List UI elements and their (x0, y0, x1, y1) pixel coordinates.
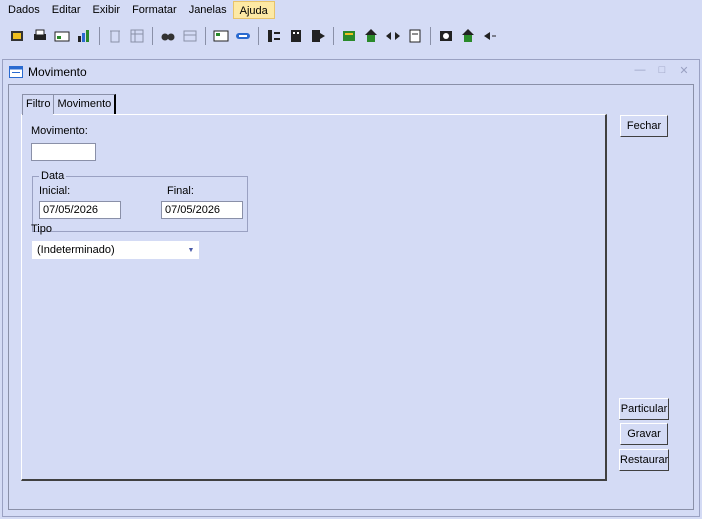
open-icon[interactable] (8, 26, 28, 46)
inicial-date-input[interactable]: 07/05/2026 (39, 201, 121, 219)
tipo-select[interactable]: (Indeterminado) ▼ (32, 241, 199, 259)
tab-movimento[interactable]: Movimento (53, 94, 117, 114)
movimento-input[interactable] (31, 143, 96, 161)
calc-icon[interactable] (339, 26, 359, 46)
tab-filtro[interactable]: Filtro (22, 94, 54, 115)
home-left-icon[interactable] (458, 26, 478, 46)
link-icon[interactable] (233, 26, 253, 46)
camera-icon[interactable] (436, 26, 456, 46)
data-groupbox: Data Inicial: 07/05/2026 Final: 07/05/20… (32, 170, 248, 232)
window-content: Filtro Movimento Movimento: Data Inicial… (8, 84, 694, 510)
export-icon[interactable] (308, 26, 328, 46)
next-icon[interactable] (480, 26, 500, 46)
tree-icon[interactable] (264, 26, 284, 46)
toolbar (0, 22, 702, 50)
minimize-icon[interactable]: — (633, 64, 647, 77)
menu-dados[interactable]: Dados (2, 1, 46, 19)
toolbar-separator (333, 27, 334, 45)
grid-icon[interactable] (127, 26, 147, 46)
tab-strip: Filtro Movimento (22, 94, 117, 115)
window-icon (9, 66, 23, 78)
toolbar-separator (99, 27, 100, 45)
toolbar-separator (430, 27, 431, 45)
tipo-selected-value: (Indeterminado) (37, 244, 115, 256)
home-up-icon[interactable] (361, 26, 381, 46)
preview-icon[interactable] (52, 26, 72, 46)
table-icon[interactable] (180, 26, 200, 46)
menu-ajuda[interactable]: Ajuda (232, 1, 275, 19)
menu-bar: Dados Editar Exibir Formatar Janelas Aju… (0, 0, 702, 20)
form-icon[interactable] (211, 26, 231, 46)
print-icon[interactable] (30, 26, 50, 46)
menu-editar[interactable]: Editar (46, 1, 87, 19)
menu-exibir[interactable]: Exibir (87, 1, 127, 19)
swap-icon[interactable] (383, 26, 403, 46)
movimento-label: Movimento: (31, 125, 88, 137)
toolbar-separator (258, 27, 259, 45)
movimento-window: Movimento — □ ✕ Filtro Movimento Movimen… (2, 59, 700, 517)
toolbar-separator (205, 27, 206, 45)
restaurar-button[interactable]: Restaurar (619, 449, 669, 471)
final-label: Final: (167, 185, 194, 197)
window-titlebar[interactable]: Movimento — □ ✕ (3, 60, 699, 84)
find-icon[interactable] (158, 26, 178, 46)
menu-formatar[interactable]: Formatar (126, 1, 183, 19)
document-icon[interactable] (405, 26, 425, 46)
building-icon[interactable] (286, 26, 306, 46)
close-icon[interactable]: ✕ (677, 64, 691, 77)
gravar-button[interactable]: Gravar (620, 423, 668, 445)
toolbar-separator (152, 27, 153, 45)
chevron-down-icon[interactable]: ▼ (184, 242, 198, 258)
filtro-panel: Movimento: Data Inicial: 07/05/2026 Fina… (21, 114, 607, 481)
inicial-label: Inicial: (39, 185, 71, 197)
delete-icon[interactable] (105, 26, 125, 46)
window-controls: — □ ✕ (633, 64, 691, 77)
chart-icon[interactable] (74, 26, 94, 46)
fechar-button[interactable]: Fechar (620, 115, 668, 137)
restore-icon[interactable]: □ (655, 64, 669, 77)
particular-button[interactable]: Particular (619, 398, 669, 420)
data-group-title: Data (39, 170, 67, 182)
tipo-label: Tipo (31, 223, 52, 235)
window-title: Movimento (28, 65, 87, 79)
final-date-input[interactable]: 07/05/2026 (161, 201, 243, 219)
menu-janelas[interactable]: Janelas (183, 1, 233, 19)
